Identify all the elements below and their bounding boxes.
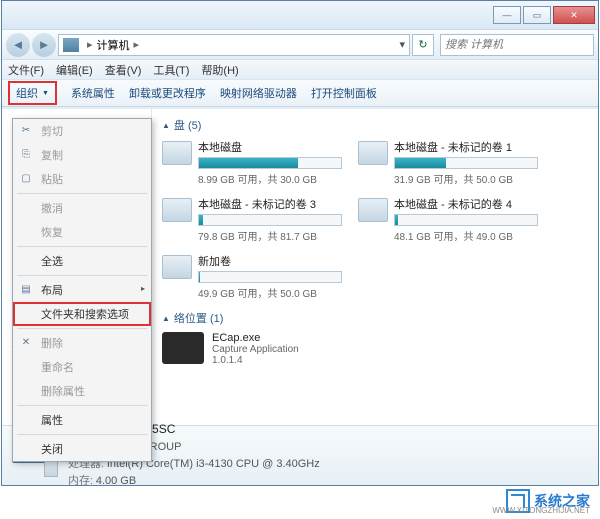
drive-name: 本地磁盘 - 未标记的卷 3: [198, 196, 342, 212]
close-button[interactable]: ✕: [553, 6, 595, 24]
map-drive-button[interactable]: 映射网络驱动器: [220, 85, 297, 101]
layout-icon: ▤: [19, 282, 33, 296]
drive-free-text: 8.99 GB 可用，共 30.0 GB: [198, 171, 342, 186]
menu-cut[interactable]: ✂剪切: [13, 119, 151, 143]
menu-bar: 文件(F) 编辑(E) 查看(V) 工具(T) 帮助(H): [2, 59, 598, 79]
menu-remove-props[interactable]: 删除属性: [13, 379, 151, 403]
dropdown-arrow-icon[interactable]: ▾: [399, 38, 405, 51]
delete-icon: ✕: [19, 335, 33, 349]
drive-free-text: 79.8 GB 可用，共 81.7 GB: [198, 228, 342, 243]
menu-undo[interactable]: 撤消: [13, 196, 151, 220]
drive-name: 本地磁盘: [198, 139, 342, 155]
uninstall-button[interactable]: 卸载或更改程序: [129, 85, 206, 101]
drive-item[interactable]: 本地磁盘 8.99 GB 可用，共 30.0 GB: [162, 139, 342, 186]
nav-bar: ◄ ► ▸ 计算机 ▸ ▾ ↻: [2, 29, 598, 59]
usage-bar: [198, 214, 342, 226]
menu-folder-options[interactable]: 文件夹和搜索选项: [13, 302, 151, 326]
chevron-right-icon: ▸: [87, 38, 93, 51]
usage-bar: [198, 271, 342, 283]
menu-copy[interactable]: ⎘复制: [13, 143, 151, 167]
paste-icon: ▢: [19, 171, 33, 185]
menu-paste[interactable]: ▢粘贴: [13, 167, 151, 191]
menu-tools[interactable]: 工具(T): [153, 62, 189, 78]
menu-help[interactable]: 帮助(H): [201, 62, 238, 78]
toolbar: 组织 ▼ 系统属性 卸载或更改程序 映射网络驱动器 打开控制面板: [2, 79, 598, 107]
breadcrumb[interactable]: ▸ 计算机 ▸ ▾: [58, 34, 410, 56]
device-desc: Capture Application: [212, 344, 299, 355]
organize-dropdown: ✂剪切 ⎘复制 ▢粘贴 撤消 恢复 全选 ▤布局▸ 文件夹和搜索选项 ✕删除 重…: [12, 118, 152, 462]
usage-bar: [394, 157, 538, 169]
menu-properties[interactable]: 属性: [13, 408, 151, 432]
drive-name: 新加卷: [198, 253, 342, 269]
drive-free-text: 31.9 GB 可用，共 50.0 GB: [394, 171, 538, 186]
device-version: 1.0.1.4: [212, 355, 299, 366]
usage-bar: [198, 157, 342, 169]
drive-free-text: 49.9 GB 可用，共 50.0 GB: [198, 285, 342, 300]
ram-value: 4.00 GB: [96, 475, 136, 487]
maximize-button[interactable]: ▭: [523, 6, 551, 24]
menu-layout[interactable]: ▤布局▸: [13, 278, 151, 302]
menu-edit[interactable]: 编辑(E): [56, 62, 93, 78]
menu-delete[interactable]: ✕删除: [13, 331, 151, 355]
drive-item[interactable]: 本地磁盘 - 未标记的卷 1 31.9 GB 可用，共 50.0 GB: [358, 139, 538, 186]
device-item[interactable]: ECap.exe Capture Application 1.0.1.4: [162, 332, 588, 366]
drive-icon: [358, 198, 388, 222]
search-input[interactable]: [440, 34, 594, 56]
camera-icon: [162, 332, 204, 364]
system-properties-button[interactable]: 系统属性: [71, 85, 115, 101]
cut-icon: ✂: [19, 123, 33, 137]
copy-icon: ⎘: [19, 147, 33, 161]
menu-file[interactable]: 文件(F): [8, 62, 44, 78]
submenu-arrow-icon: ▸: [141, 284, 145, 293]
organize-label: 组织: [16, 85, 38, 101]
drive-icon: [162, 141, 192, 165]
drive-item[interactable]: 本地磁盘 - 未标记的卷 4 48.1 GB 可用，共 49.0 GB: [358, 196, 538, 243]
forward-button[interactable]: ►: [32, 33, 56, 57]
usage-bar: [394, 214, 538, 226]
watermark-logo: 系统之家 WWW.XITONGZHIJIA.NET: [506, 489, 590, 513]
titlebar: — ▭ ✕: [2, 1, 598, 29]
refresh-button[interactable]: ↻: [412, 34, 434, 56]
drive-icon: [162, 255, 192, 279]
drive-name: 本地磁盘 - 未标记的卷 1: [394, 139, 538, 155]
menu-select-all[interactable]: 全选: [13, 249, 151, 273]
menu-rename[interactable]: 重命名: [13, 355, 151, 379]
drive-icon: [162, 198, 192, 222]
minimize-button[interactable]: —: [493, 6, 521, 24]
menu-view[interactable]: 查看(V): [105, 62, 142, 78]
menu-close[interactable]: 关闭: [13, 437, 151, 461]
drive-item[interactable]: 新加卷 49.9 GB 可用，共 50.0 GB: [162, 253, 342, 300]
drive-icon: [358, 141, 388, 165]
menu-redo[interactable]: 恢复: [13, 220, 151, 244]
organize-button[interactable]: 组织 ▼: [8, 81, 57, 105]
section-header-hdd[interactable]: ▲盘 (5): [162, 117, 588, 133]
main-pane: ▲盘 (5) 本地磁盘 8.99 GB 可用，共 30.0 GB 本地磁盘 - 未标…: [152, 109, 598, 425]
back-button[interactable]: ◄: [6, 33, 30, 57]
section-header-netloc[interactable]: ▲络位置 (1): [162, 310, 588, 326]
control-panel-button[interactable]: 打开控制面板: [311, 85, 377, 101]
device-name: ECap.exe: [212, 332, 299, 344]
chevron-down-icon: ▼: [42, 90, 49, 97]
drive-free-text: 48.1 GB 可用，共 49.0 GB: [394, 228, 538, 243]
chevron-right-icon: ▸: [134, 38, 140, 51]
logo-url: WWW.XITONGZHIJIA.NET: [492, 506, 590, 515]
location-text: 计算机: [97, 37, 130, 53]
drive-item[interactable]: 本地磁盘 - 未标记的卷 3 79.8 GB 可用，共 81.7 GB: [162, 196, 342, 243]
drive-name: 本地磁盘 - 未标记的卷 4: [394, 196, 538, 212]
computer-icon: [63, 38, 79, 52]
